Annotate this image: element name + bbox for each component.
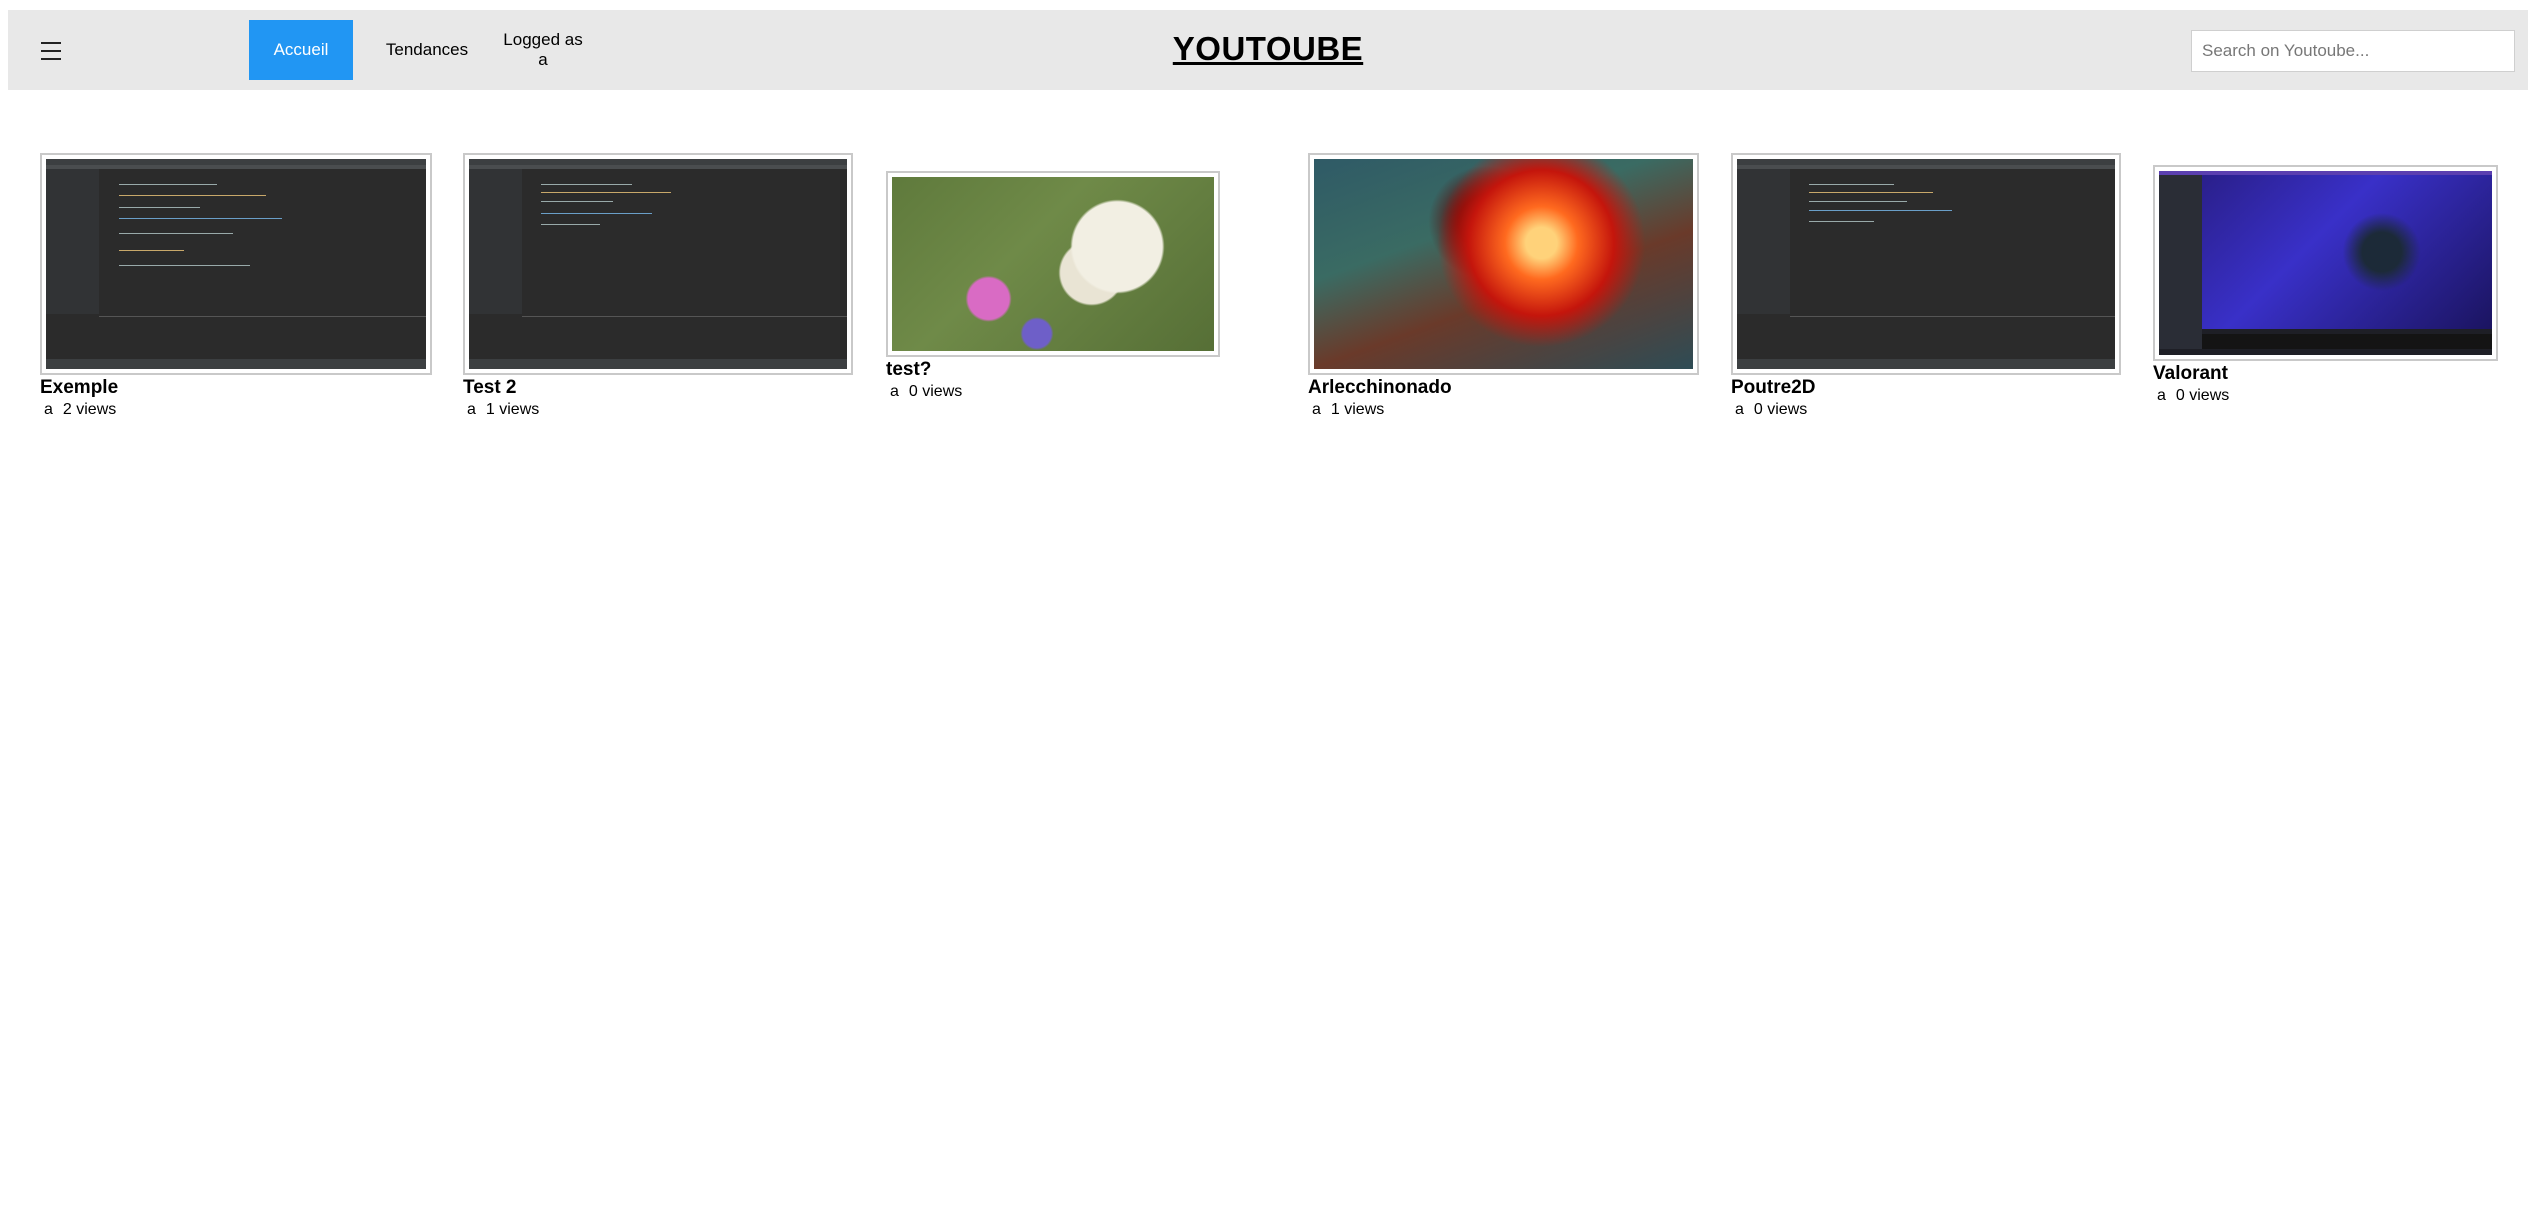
video-card[interactable]: Arlecchinonado a 1 views xyxy=(1308,153,1699,419)
video-author[interactable]: a xyxy=(2157,387,2166,404)
video-meta: a 0 views xyxy=(1731,401,2121,419)
stream-screenshot-image xyxy=(2159,171,2492,355)
game-screenshot-image xyxy=(892,177,1214,351)
video-author[interactable]: a xyxy=(44,401,53,418)
site-brand-logo[interactable]: YOUTOUBE xyxy=(1173,30,1363,67)
video-meta: a 0 views xyxy=(886,383,1220,401)
video-meta: a 2 views xyxy=(40,401,432,419)
hamburger-menu-icon[interactable] xyxy=(36,36,66,66)
video-meta: a 0 views xyxy=(2153,387,2498,405)
ide-screenshot-image xyxy=(46,159,426,369)
video-thumbnail[interactable] xyxy=(40,153,432,375)
video-views: 2 views xyxy=(62,401,117,418)
ide-screenshot-image xyxy=(469,159,847,369)
video-thumbnail[interactable] xyxy=(2153,165,2498,361)
video-author[interactable]: a xyxy=(890,383,899,400)
video-thumbnail[interactable] xyxy=(886,171,1220,357)
video-thumbnail[interactable] xyxy=(463,153,853,375)
top-navbar: Accueil Tendances Logged as a YOUTOUBE xyxy=(8,10,2528,90)
video-views: 0 views xyxy=(1753,401,1808,418)
ide-screenshot-image xyxy=(1737,159,2115,369)
video-card[interactable]: Exemple a 2 views xyxy=(40,153,432,419)
video-card[interactable]: test? a 0 views xyxy=(886,171,1220,401)
video-author[interactable]: a xyxy=(1735,401,1744,418)
video-views: 1 views xyxy=(485,401,540,418)
logged-in-status[interactable]: Logged as a xyxy=(498,20,588,80)
game-screenshot-image xyxy=(1314,159,1693,369)
video-thumbnail[interactable] xyxy=(1308,153,1699,375)
video-card[interactable]: Valorant a 0 views xyxy=(2153,165,2498,405)
video-views: 0 views xyxy=(908,383,963,400)
video-author[interactable]: a xyxy=(467,401,476,418)
video-title[interactable]: Arlecchinonado xyxy=(1308,377,1699,399)
video-title[interactable]: Exemple xyxy=(40,377,432,399)
video-thumbnail[interactable] xyxy=(1731,153,2121,375)
video-views: 1 views xyxy=(1330,401,1385,418)
video-card[interactable]: Test 2 a 1 views xyxy=(463,153,853,419)
search-input[interactable] xyxy=(2191,30,2515,72)
video-views: 0 views xyxy=(2175,387,2230,404)
video-author[interactable]: a xyxy=(1312,401,1321,418)
video-card[interactable]: Poutre2D a 0 views xyxy=(1731,153,2121,419)
video-title[interactable]: Poutre2D xyxy=(1731,377,2121,399)
video-title[interactable]: Test 2 xyxy=(463,377,853,399)
video-meta: a 1 views xyxy=(1308,401,1699,419)
nav-trends-button[interactable]: Tendances xyxy=(368,20,486,80)
nav-home-button[interactable]: Accueil xyxy=(249,20,353,80)
video-title[interactable]: Valorant xyxy=(2153,363,2498,385)
video-meta: a 1 views xyxy=(463,401,853,419)
video-title[interactable]: test? xyxy=(886,359,1220,381)
